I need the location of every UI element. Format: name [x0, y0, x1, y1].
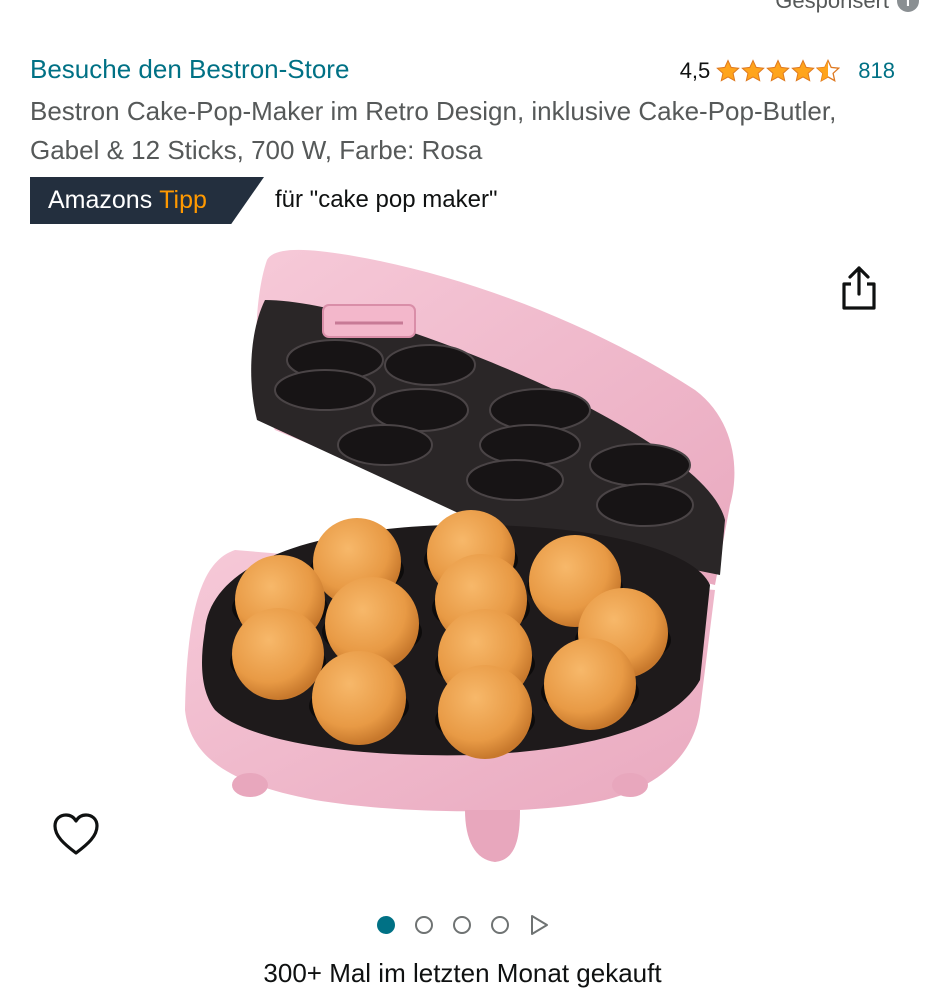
- star-full-icon: [716, 59, 741, 82]
- play-video-icon[interactable]: [529, 914, 549, 936]
- rating[interactable]: 4,5 818: [680, 58, 895, 84]
- sponsored-label[interactable]: Gesponsert i: [775, 0, 919, 14]
- rating-count[interactable]: 818: [858, 58, 895, 84]
- pager-dot-3[interactable]: [452, 916, 471, 934]
- rating-value: 4,5: [679, 58, 711, 83]
- pager-dot-4[interactable]: [490, 916, 509, 934]
- star-full-icon: [791, 59, 816, 82]
- store-link[interactable]: Besuche den Bestron-Store: [30, 54, 349, 85]
- badge-label-amazons: Amazons: [48, 186, 153, 214]
- image-pager: [0, 914, 925, 936]
- heart-icon[interactable]: [52, 812, 100, 858]
- amazons-choice-badge: Amazons Tipp: [30, 177, 264, 224]
- product-title[interactable]: Bestron Cake-Pop-Maker im Retro Design, …: [30, 92, 850, 170]
- star-half-icon: [816, 59, 841, 82]
- info-icon[interactable]: i: [897, 0, 919, 12]
- share-icon[interactable]: [838, 264, 880, 312]
- cake-pop-maker-image[interactable]: [175, 240, 745, 870]
- sponsored-text: Gesponsert: [775, 0, 889, 13]
- pager-dot-1[interactable]: [376, 916, 395, 934]
- badge-label-tipp: Tipp: [159, 186, 207, 214]
- star-full-icon: [741, 59, 766, 82]
- badge-suffix: für "cake pop maker": [275, 186, 498, 213]
- pager-dot-2[interactable]: [414, 916, 433, 934]
- star-full-icon: [766, 59, 791, 82]
- rating-stars: [716, 59, 841, 83]
- purchase-count-text: 300+ Mal im letzten Monat gekauft: [263, 958, 662, 988]
